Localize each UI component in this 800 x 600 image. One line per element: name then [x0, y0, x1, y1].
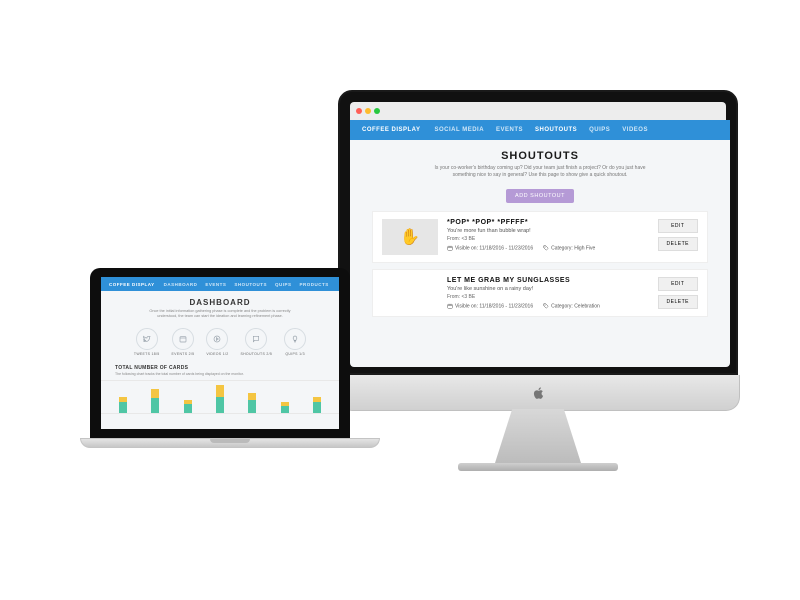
browser-chrome [350, 102, 726, 120]
topnav: SOCIAL MEDIA EVENTS SHOUTOUTS QUIPS VIDE… [434, 127, 648, 133]
bar [151, 389, 159, 413]
shoutout-category: Category: Celebration [551, 303, 600, 309]
nav-quips[interactable]: QUIPS [275, 282, 292, 287]
shoutout-body: *POP* *POP* *PFFFF* You're more fun than… [447, 219, 649, 251]
nav-dashboard[interactable]: DASHBOARD [164, 282, 198, 287]
shoutout-category: Category: High Five [551, 245, 595, 251]
stat-quips[interactable]: QUIPS 1/3 [284, 328, 306, 356]
shoutout-meta: Visible on: 11/18/2016 - 11/23/2016 Cate… [447, 245, 649, 251]
stat-videos[interactable]: VIDEOS 1/2 [206, 328, 228, 356]
page-header: DASHBOARD Once the initial information g… [101, 291, 339, 322]
shoutout-from: From: <3 BE [447, 236, 649, 242]
nav-events[interactable]: EVENTS [205, 282, 226, 287]
tag-icon [543, 303, 549, 309]
imac-screen: COFFEE DISPLAY SOCIAL MEDIA EVENTS SHOUT… [338, 90, 738, 375]
page-subtitle: Once the initial information gathering p… [140, 309, 300, 319]
stat-shoutouts[interactable]: SHOUTOUTS 2/5 [240, 328, 272, 356]
stat-label: VIDEOS 1/2 [206, 352, 228, 356]
bulb-icon [291, 335, 299, 343]
shoutout-meta: Visible on: 11/18/2016 - 11/23/2016 Cate… [447, 303, 649, 309]
stat-label: QUIPS 1/3 [284, 352, 306, 356]
nav-quips[interactable]: QUIPS [589, 127, 610, 133]
twitter-icon [143, 335, 151, 343]
edit-button[interactable]: EDIT [658, 219, 698, 233]
shoutout-thumb: ✋ [382, 219, 438, 255]
nav-products[interactable]: PRODUCTS [300, 282, 329, 287]
bar [184, 400, 192, 413]
play-icon [213, 335, 221, 343]
section-subtitle: The following chart tracks the total num… [101, 372, 339, 381]
bar-chart [101, 380, 339, 414]
shoutout-visible: Visible on: 11/18/2016 - 11/23/2016 [455, 303, 533, 309]
shoutout-title: LET ME GRAB MY SUNGLASSES [447, 277, 649, 284]
shoutout-from: From: <3 BE [447, 294, 649, 300]
macbook-device: COFFEE DISPLAY DASHBOARD EVENTS SHOUTOUT… [80, 268, 360, 448]
delete-button[interactable]: DELETE [658, 295, 698, 309]
imac-stand [495, 409, 581, 463]
stat-label: SHOUTOUTS 2/5 [240, 352, 272, 356]
topnav: DASHBOARD EVENTS SHOUTOUTS QUIPS PRODUCT… [164, 282, 329, 287]
shoutout-subtitle: You're more fun than bubble wrap! [447, 228, 649, 234]
nav-shoutouts[interactable]: SHOUTOUTS [535, 127, 577, 133]
stat-label: EVENTS 2/5 [172, 352, 195, 356]
macbook-screen: COFFEE DISPLAY DASHBOARD EVENTS SHOUTOUT… [90, 268, 350, 438]
shoutouts-app: COFFEE DISPLAY SOCIAL MEDIA EVENTS SHOUT… [350, 120, 730, 367]
stat-tweets[interactable]: TWEETS 18/5 [134, 328, 160, 356]
imac-device: COFFEE DISPLAY SOCIAL MEDIA EVENTS SHOUT… [338, 90, 738, 471]
section-header: TOTAL NUMBER OF CARDS [101, 361, 339, 372]
calendar-icon [447, 303, 453, 309]
tag-icon [543, 245, 549, 251]
bar [281, 402, 289, 413]
bar [119, 397, 127, 414]
calendar-icon [179, 335, 187, 343]
shoutout-actions: EDIT DELETE [658, 277, 698, 309]
dashboard-app: COFFEE DISPLAY DASHBOARD EVENTS SHOUTOUT… [101, 277, 339, 429]
page-title: DASHBOARD [121, 298, 319, 307]
chat-icon [252, 335, 260, 343]
nav-events[interactable]: EVENTS [496, 127, 523, 133]
shoutout-card: LET ME GRAB MY SUNGLASSES You're like su… [372, 269, 708, 317]
imac-base [458, 463, 618, 471]
add-shoutout-button[interactable]: ADD SHOUTOUT [506, 189, 574, 203]
imac-chin [338, 375, 740, 411]
shoutout-card: ✋ *POP* *POP* *PFFFF* You're more fun th… [372, 211, 708, 263]
nav-social-media[interactable]: SOCIAL MEDIA [434, 127, 484, 133]
delete-button[interactable]: DELETE [658, 237, 698, 251]
stat-circles: TWEETS 18/5 EVENTS 2/5 VIDEOS 1/2 SHOUTO… [101, 322, 339, 361]
edit-button[interactable]: EDIT [658, 277, 698, 291]
brand: COFFEE DISPLAY [109, 282, 155, 287]
nav-shoutouts[interactable]: SHOUTOUTS [234, 282, 267, 287]
stat-label: TWEETS 18/5 [134, 352, 160, 356]
brand: COFFEE DISPLAY [362, 127, 420, 133]
stat-events[interactable]: EVENTS 2/5 [172, 328, 195, 356]
topbar: COFFEE DISPLAY DASHBOARD EVENTS SHOUTOUT… [101, 277, 339, 291]
shoutout-visible: Visible on: 11/18/2016 - 11/23/2016 [455, 245, 533, 251]
page-subtitle: Is your co-worker's birthday coming up? … [430, 165, 650, 179]
topbar: COFFEE DISPLAY SOCIAL MEDIA EVENTS SHOUT… [350, 120, 730, 140]
apple-logo-icon [532, 386, 546, 400]
bar [248, 393, 256, 414]
bar [313, 397, 321, 414]
bar [216, 385, 224, 413]
shoutout-subtitle: You're like sunshine on a rainy day! [447, 286, 649, 292]
page-title: SHOUTOUTS [380, 150, 700, 162]
page-header: SHOUTOUTS Is your co-worker's birthday c… [350, 140, 730, 183]
macbook-base [80, 438, 380, 448]
nav-videos[interactable]: VIDEOS [622, 127, 648, 133]
shoutout-title: *POP* *POP* *PFFFF* [447, 219, 649, 226]
shoutout-actions: EDIT DELETE [658, 219, 698, 251]
shoutout-body: LET ME GRAB MY SUNGLASSES You're like su… [447, 277, 649, 309]
calendar-icon [447, 245, 453, 251]
